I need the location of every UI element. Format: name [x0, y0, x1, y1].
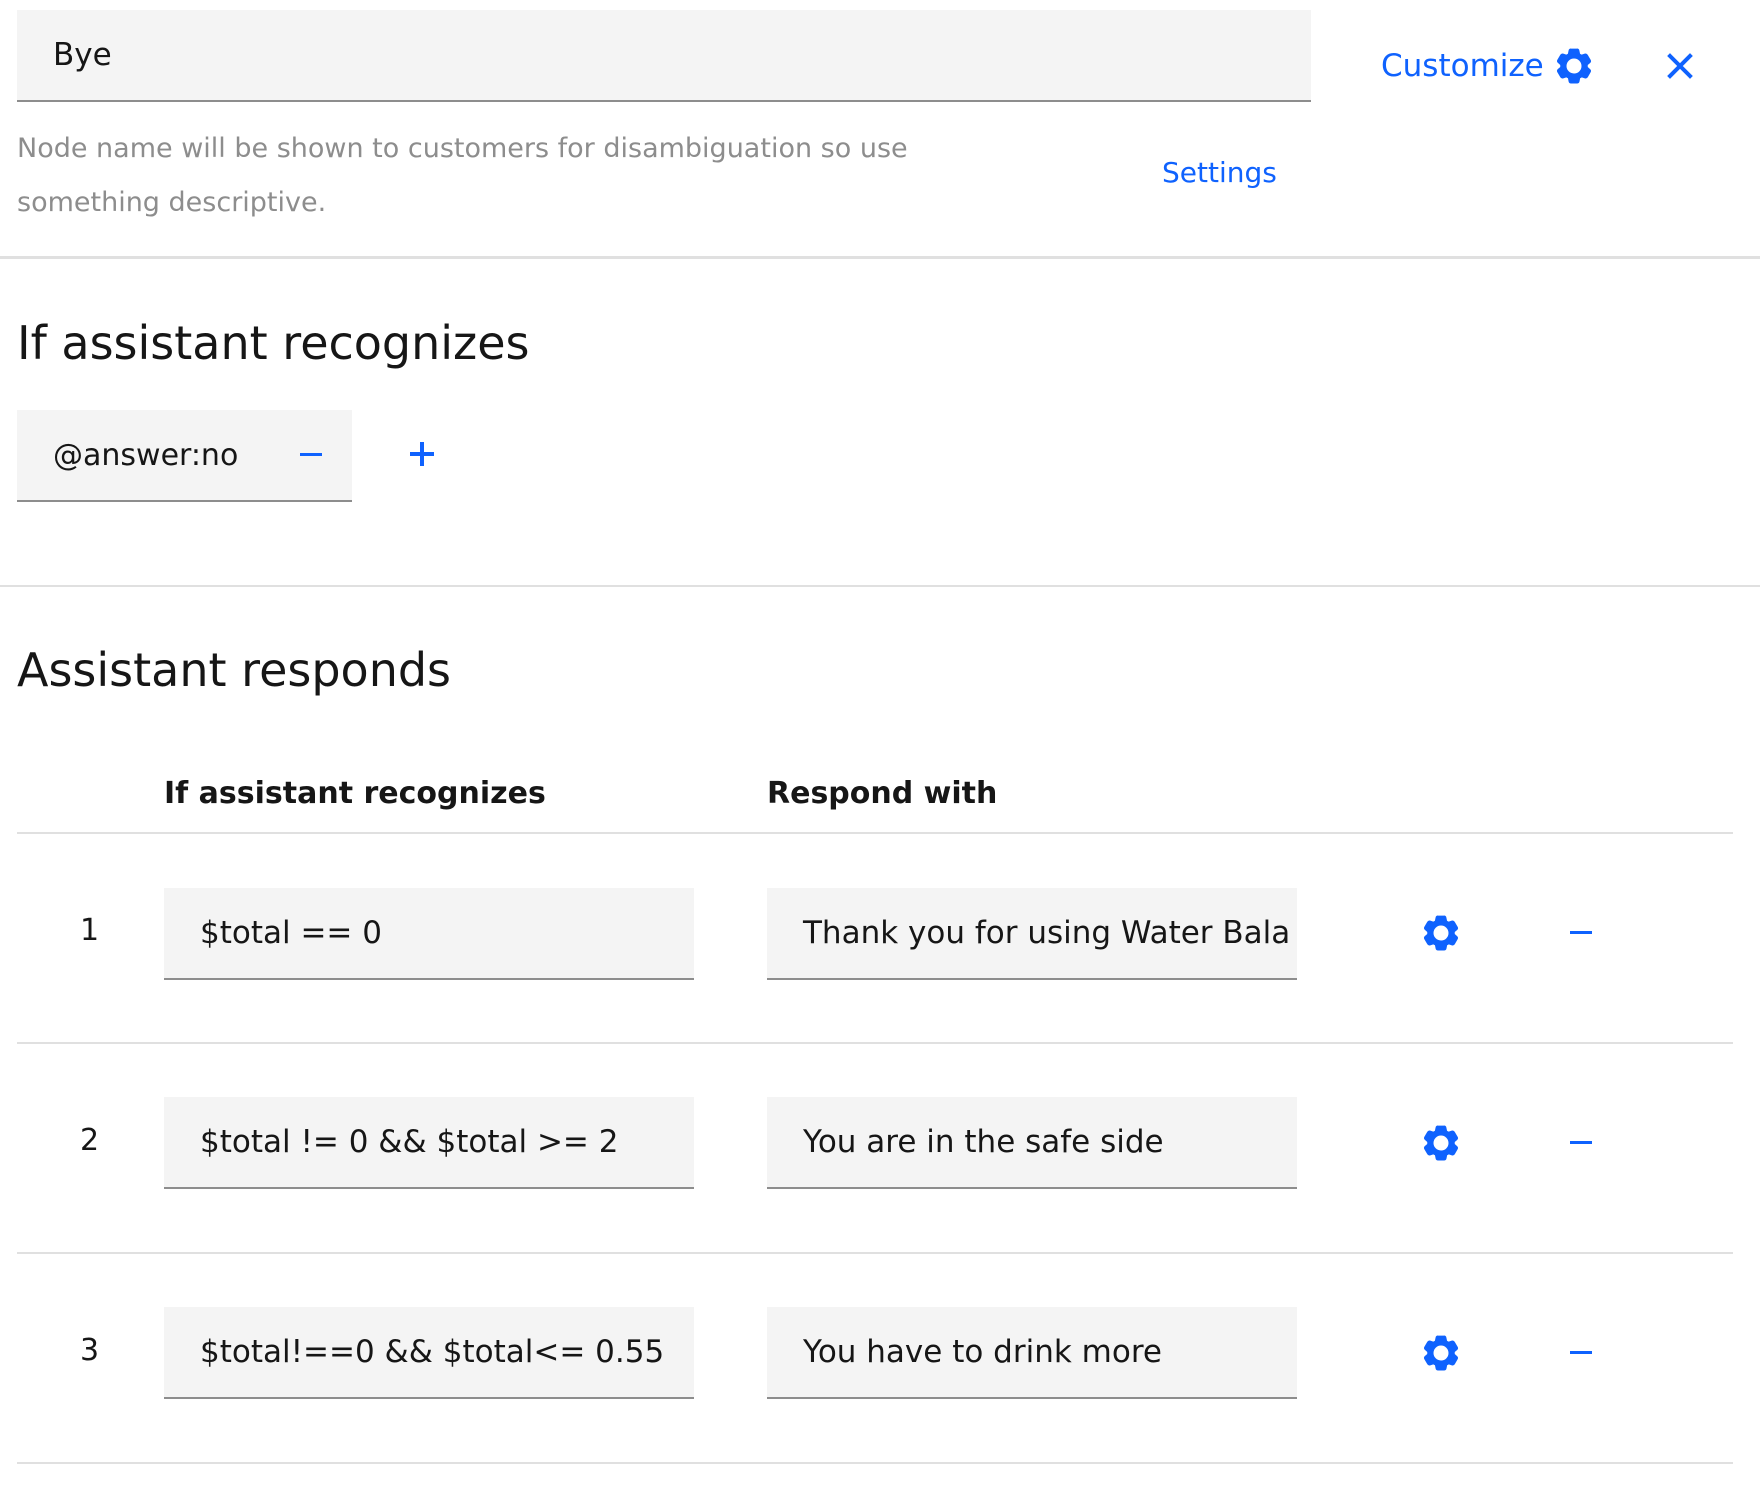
minus-icon	[1570, 931, 1592, 934]
condition-tag[interactable]: @answer:no	[17, 410, 352, 502]
plus-icon	[410, 442, 434, 466]
remove-condition-button[interactable]	[300, 453, 322, 459]
gear-icon	[1424, 915, 1458, 951]
row-response-input[interactable]: You are in the safe side	[767, 1097, 1297, 1189]
row-number: 3	[80, 1333, 100, 1368]
close-icon	[1667, 53, 1693, 79]
add-condition-button[interactable]	[408, 440, 436, 468]
row-number: 2	[80, 1123, 100, 1158]
row-response-input[interactable]: You have to drink more	[767, 1307, 1297, 1399]
section-divider	[0, 585, 1760, 587]
column-header-condition: If assistant recognizes	[164, 776, 546, 811]
row-condition-input[interactable]: $total!==0 && $total<= 0.55	[164, 1307, 694, 1399]
node-name-helper-text: Node name will be shown to customers for…	[17, 133, 908, 218]
row-response-value: You have to drink more	[803, 1334, 1162, 1370]
row-settings-button[interactable]	[1421, 913, 1461, 957]
column-header-response: Respond with	[767, 776, 998, 811]
row-condition-input[interactable]: $total == 0	[164, 888, 694, 980]
node-name-value: Bye	[53, 37, 112, 73]
row-divider	[17, 1462, 1733, 1464]
table-row: 3 $total!==0 && $total<= 0.55 You have t…	[0, 1253, 1760, 1463]
table-row: 2 $total != 0 && $total >= 2 You are in …	[0, 1043, 1760, 1253]
gear-icon	[1424, 1125, 1458, 1161]
minus-icon	[1570, 1351, 1592, 1354]
responds-heading: Assistant responds	[17, 643, 452, 697]
row-response-value: You are in the safe side	[803, 1124, 1164, 1160]
row-condition-value: $total != 0 && $total >= 2	[200, 1124, 619, 1160]
row-settings-button[interactable]	[1421, 1333, 1461, 1377]
settings-link[interactable]: Settings	[1162, 156, 1277, 189]
gear-icon	[1424, 1335, 1458, 1371]
table-row: 1 $total == 0 Thank you for using Water …	[0, 833, 1760, 1043]
row-condition-input[interactable]: $total != 0 && $total >= 2	[164, 1097, 694, 1189]
minus-icon	[300, 453, 322, 456]
row-number: 1	[80, 913, 100, 948]
row-response-input[interactable]: Thank you for using Water Bala	[767, 888, 1297, 980]
node-name-input[interactable]: Bye	[17, 10, 1311, 102]
row-remove-button[interactable]	[1570, 931, 1592, 934]
row-condition-value: $total == 0	[200, 915, 382, 951]
condition-tag-label: @answer:no	[53, 437, 239, 473]
row-remove-button[interactable]	[1570, 1141, 1592, 1144]
customize-button[interactable]: Customize	[1381, 44, 1594, 88]
customize-label: Customize	[1381, 48, 1544, 84]
condition-heading: If assistant recognizes	[17, 316, 530, 370]
row-condition-value: $total!==0 && $total<= 0.55	[200, 1334, 665, 1370]
row-settings-button[interactable]	[1421, 1123, 1461, 1167]
header-divider	[0, 256, 1760, 259]
gear-icon	[1556, 48, 1591, 84]
close-button[interactable]	[1664, 50, 1696, 82]
row-remove-button[interactable]	[1570, 1351, 1592, 1354]
row-response-value: Thank you for using Water Bala	[803, 915, 1291, 951]
minus-icon	[1570, 1141, 1592, 1144]
